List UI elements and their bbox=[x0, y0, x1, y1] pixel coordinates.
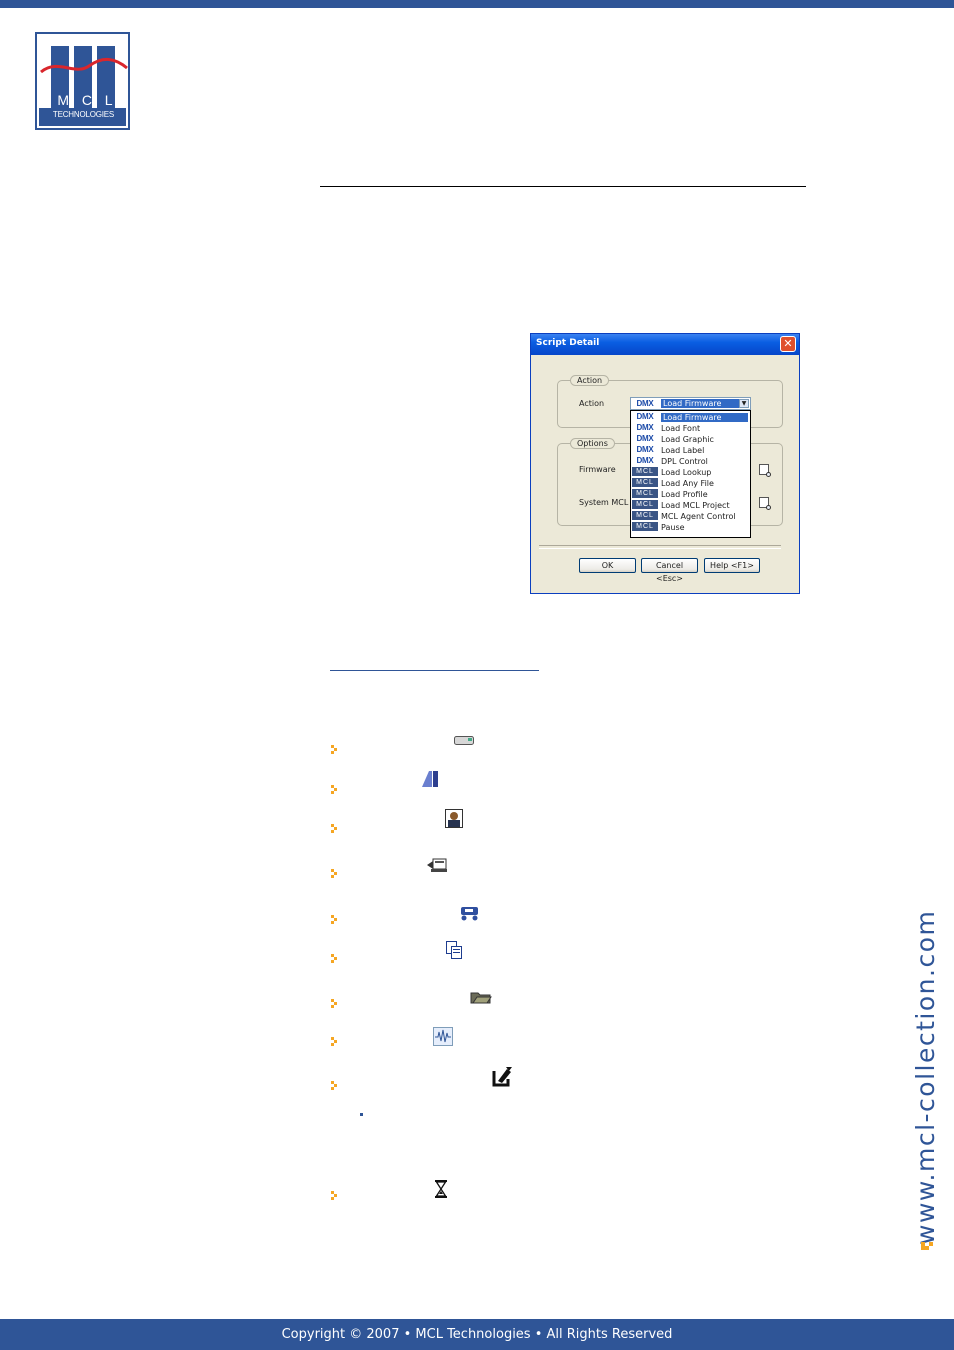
dropdown-item-load-profile[interactable]: MCL Load Profile bbox=[631, 489, 750, 500]
dropdown-item-load-label[interactable]: DMX Load Label bbox=[631, 445, 750, 456]
mcl-technologies-logo: M C L TECHNOLOGIES bbox=[35, 32, 130, 130]
bullet-arrow-icon bbox=[331, 915, 339, 923]
bullet-arrow-icon bbox=[331, 869, 339, 877]
dialog-separator bbox=[539, 545, 781, 549]
action-select[interactable]: DMX Load Firmware ▼ bbox=[630, 397, 751, 410]
dmx-badge-icon: DMX bbox=[632, 399, 658, 408]
load-graphic-icon bbox=[445, 809, 463, 828]
close-icon[interactable]: ✕ bbox=[780, 336, 796, 352]
dropdown-item-label: DPL Control bbox=[661, 457, 708, 466]
mcl-badge-icon: MCL bbox=[632, 467, 658, 476]
dropdown-item-label: Load Any File bbox=[661, 479, 714, 488]
action-dropdown-list: DMX Load Firmware DMX Load Font DMX Load… bbox=[630, 410, 751, 538]
mcl-badge-icon: MCL bbox=[632, 478, 658, 487]
dropdown-item-label: MCL Agent Control bbox=[661, 512, 736, 521]
mcl-badge-icon: MCL bbox=[632, 489, 658, 498]
dropdown-item-label: Load Firmware bbox=[661, 413, 748, 422]
load-font-icon bbox=[422, 771, 438, 787]
bullet-arrow-icon bbox=[331, 824, 339, 832]
dmx-badge-icon: DMX bbox=[632, 434, 658, 443]
dropdown-item-load-graphic[interactable]: DMX Load Graphic bbox=[631, 434, 750, 445]
dropdown-item-load-mcl-project[interactable]: MCL Load MCL Project bbox=[631, 500, 750, 511]
logo-subtitle: TECHNOLOGIES bbox=[52, 110, 115, 119]
ok-button[interactable]: OK bbox=[579, 558, 636, 573]
load-lookup-icon bbox=[446, 941, 462, 959]
dropdown-item-label: Load Lookup bbox=[661, 468, 712, 477]
load-firmware-icon bbox=[454, 736, 474, 745]
mcl-badge-icon: MCL bbox=[632, 511, 658, 520]
bullet-arrow-icon bbox=[331, 785, 339, 793]
cancel-button[interactable]: Cancel <Esc> bbox=[641, 558, 698, 583]
pause-icon bbox=[435, 1180, 447, 1198]
footer-copyright: Copyright © 2007 • MCL Technologies • Al… bbox=[0, 1319, 954, 1350]
logo-letter-l: L bbox=[104, 92, 113, 108]
header-rule bbox=[320, 186, 806, 187]
firmware-label: Firmware bbox=[579, 465, 616, 474]
dropdown-item-label: Load Graphic bbox=[661, 435, 714, 444]
options-group-label: Options bbox=[570, 438, 615, 449]
dropdown-item-label: Load Profile bbox=[661, 490, 708, 499]
link-underline bbox=[330, 670, 539, 671]
dropdown-item-load-firmware[interactable]: DMX Load Firmware bbox=[631, 412, 750, 423]
system-mcl-label: System MCL bbox=[579, 498, 629, 507]
bullet-arrow-icon bbox=[331, 745, 339, 753]
dmx-badge-icon: DMX bbox=[632, 423, 658, 432]
dropdown-item-mcl-agent-control[interactable]: MCL MCL Agent Control bbox=[631, 511, 750, 522]
action-label: Action bbox=[579, 399, 605, 408]
load-label-icon bbox=[427, 858, 447, 872]
dropdown-item-load-any-file[interactable]: MCL Load Any File bbox=[631, 478, 750, 489]
bullet-arrow-icon bbox=[331, 954, 339, 962]
bullet-arrow-icon bbox=[331, 999, 339, 1007]
script-detail-dialog: Script Detail ✕ Action Action Options Fi… bbox=[530, 333, 800, 594]
browse-system-mcl-icon[interactable] bbox=[759, 497, 771, 510]
side-website-url: www.mcl-collection.com bbox=[911, 909, 940, 1245]
dialog-titlebar[interactable]: Script Detail ✕ bbox=[531, 334, 799, 355]
help-button[interactable]: Help <F1> bbox=[704, 558, 760, 573]
bullet-arrow-icon bbox=[331, 1191, 339, 1199]
dropdown-item-dpl-control[interactable]: DMX DPL Control bbox=[631, 456, 750, 467]
mcl-badge-icon: MCL bbox=[632, 500, 658, 509]
dropdown-item-label: Pause bbox=[661, 523, 685, 532]
bullet-arrow-icon bbox=[331, 1081, 339, 1089]
dropdown-item-label: Load Font bbox=[661, 424, 701, 433]
dropdown-item-pause[interactable]: MCL Pause bbox=[631, 522, 750, 533]
action-group-label: Action bbox=[570, 375, 610, 386]
sub-bullet-square-icon bbox=[360, 1113, 363, 1116]
side-url-bullet-icon bbox=[921, 1242, 932, 1250]
dmx-badge-icon: DMX bbox=[632, 412, 658, 421]
mcl-badge-icon: MCL bbox=[632, 522, 658, 531]
load-profile-icon bbox=[433, 1027, 453, 1046]
dropdown-item-load-font[interactable]: DMX Load Font bbox=[631, 423, 750, 434]
dmx-badge-icon: DMX bbox=[632, 456, 658, 465]
load-mcl-project-icon bbox=[492, 1067, 512, 1087]
chevron-down-icon[interactable]: ▼ bbox=[739, 399, 749, 408]
dropdown-item-load-lookup[interactable]: MCL Load Lookup bbox=[631, 467, 750, 478]
load-any-file-icon bbox=[470, 992, 492, 1004]
logo-letter-c: C bbox=[81, 92, 92, 108]
dmx-badge-icon: DMX bbox=[632, 445, 658, 454]
dialog-title: Script Detail bbox=[536, 338, 600, 348]
dpl-control-icon bbox=[461, 907, 478, 921]
logo-letters: M C L bbox=[51, 92, 119, 108]
logo-letter-m: M bbox=[57, 92, 70, 108]
bullet-arrow-icon bbox=[331, 1037, 339, 1045]
top-banner-bar bbox=[0, 0, 954, 8]
action-select-value: Load Firmware bbox=[661, 399, 739, 408]
dropdown-item-label: Load MCL Project bbox=[661, 501, 730, 510]
dropdown-item-label: Load Label bbox=[661, 446, 705, 455]
browse-firmware-icon[interactable] bbox=[759, 464, 771, 477]
